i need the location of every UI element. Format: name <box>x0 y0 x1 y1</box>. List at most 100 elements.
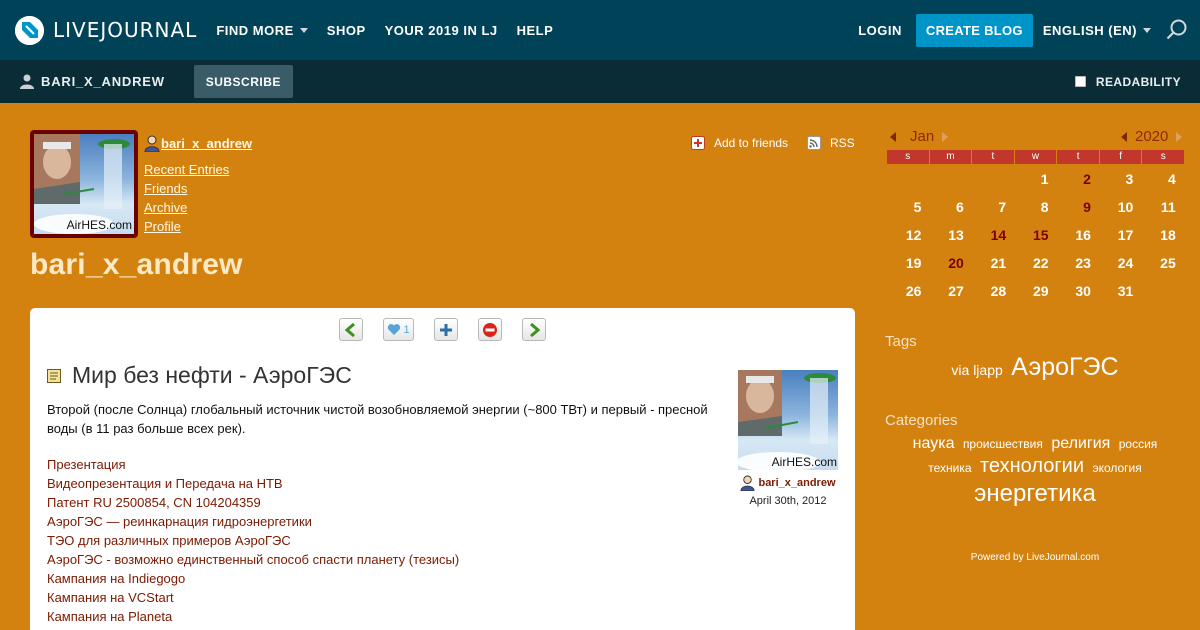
category-link[interactable]: религия <box>1051 434 1110 454</box>
link-friends[interactable]: Friends <box>144 181 252 197</box>
journal-title[interactable]: bari_x_andrew <box>30 248 243 282</box>
language-label: ENGLISH (EN) <box>1042 22 1137 38</box>
calendar-day[interactable]: 14 <box>972 221 1014 249</box>
calendar-year[interactable]: 2020 <box>1135 128 1168 145</box>
like-count: 1 <box>403 323 410 336</box>
journal-username: BARI_X_ANDREW <box>41 74 165 89</box>
previous-year-icon[interactable] <box>1121 131 1127 142</box>
link-archive[interactable]: Archive <box>144 200 252 216</box>
entry-link[interactable]: Кампания на Planeta <box>47 607 459 626</box>
weekday-label: t <box>1057 150 1099 164</box>
top-navigation: LIVEJOURNAL FIND MORE SHOP YOUR 2019 IN … <box>0 0 1200 60</box>
entry-author-link[interactable]: bari_x_andrew <box>738 475 838 491</box>
nav-shop[interactable]: SHOP <box>327 23 366 38</box>
calendar-week: 5 6 7 8 9 10 11 <box>887 193 1184 221</box>
calendar-empty-cell <box>972 165 1014 193</box>
subscribe-button[interactable]: SUBSCRIBE <box>193 65 293 98</box>
category-link[interactable]: энергетика <box>974 479 1096 509</box>
category-link[interactable]: техника <box>928 461 971 476</box>
entry-icon <box>47 368 61 383</box>
calendar-day[interactable]: 20 <box>929 249 971 277</box>
readability-checkbox[interactable] <box>1074 76 1086 87</box>
entry-link[interactable]: Кампания на Indiegogo <box>47 569 459 588</box>
entry-author-userpic[interactable]: AirHES.com <box>738 370 838 470</box>
arrow-right-icon <box>530 322 541 337</box>
profile-username-link[interactable]: bari_x_andrew <box>144 135 252 152</box>
nav-find-more[interactable]: FIND MORE <box>216 23 308 38</box>
calendar-day: 5 <box>913 199 922 215</box>
calendar-day: 3 <box>1125 171 1134 187</box>
calendar-day: 23 <box>1075 255 1091 271</box>
calendar-month[interactable]: Jan <box>910 128 934 145</box>
entry-link[interactable]: Видеопрезентация и Передача на НТВ <box>47 474 459 493</box>
tag-link[interactable]: via ljapp <box>951 362 1002 380</box>
stop-icon <box>483 322 497 337</box>
category-link[interactable]: технологии <box>980 454 1084 479</box>
entry-link[interactable]: Кампания на VCStart <box>47 588 459 607</box>
weekday-label: f <box>1099 150 1142 164</box>
tags-title: Tags <box>885 333 917 350</box>
rss-label: RSS <box>830 136 855 150</box>
categories-title: Categories <box>885 412 958 429</box>
entry-title[interactable]: Мир без нефти - АэроГЭС <box>47 362 352 389</box>
previous-entry-button[interactable] <box>339 318 363 341</box>
calendar-year-nav: 2020 <box>1121 128 1183 145</box>
add-to-friends-link[interactable]: Add to friends <box>691 136 788 150</box>
journal-user-link[interactable]: BARI_X_ANDREW <box>20 74 165 89</box>
category-link[interactable]: экология <box>1092 461 1141 476</box>
calendar-day: 22 <box>1032 255 1049 271</box>
link-recent-entries[interactable]: Recent Entries <box>144 162 252 178</box>
link-profile[interactable]: Profile <box>144 219 252 235</box>
language-selector[interactable]: ENGLISH (EN) <box>1043 23 1151 38</box>
nav-your-2019[interactable]: YOUR 2019 IN LJ <box>385 23 498 38</box>
weekday-label: w <box>1014 150 1057 164</box>
entry-link[interactable]: АэроГЭС - возможно единственный способ с… <box>47 550 459 569</box>
calendar-day[interactable]: 2 <box>1057 165 1099 193</box>
calendar-day: 12 <box>905 227 922 243</box>
nav-help[interactable]: HELP <box>517 23 554 38</box>
powered-by-link[interactable]: Powered by LiveJournal.com <box>885 552 1185 563</box>
calendar-day: 30 <box>1075 283 1091 299</box>
entry-link[interactable]: АэроГЭС — реинкарнация гидроэнергетики <box>47 512 459 531</box>
like-button[interactable]: 1 <box>383 318 414 341</box>
search-icon[interactable] <box>1166 19 1188 41</box>
category-link[interactable]: наука <box>913 434 955 454</box>
calendar-day: 7 <box>998 199 1007 215</box>
flag-button[interactable] <box>478 318 502 341</box>
tag-link[interactable]: АэроГЭС <box>1011 352 1118 383</box>
arrow-left-icon <box>344 322 355 337</box>
next-year-icon[interactable] <box>1176 131 1183 142</box>
calendar-day: 26 <box>905 283 922 299</box>
next-entry-button[interactable] <box>522 318 546 341</box>
calendar-day[interactable]: 15 <box>1014 221 1056 249</box>
login-link[interactable]: LOGIN <box>858 23 902 38</box>
calendar-empty-cell <box>887 165 929 193</box>
profile-username: bari_x_andrew <box>161 136 253 151</box>
create-blog-button[interactable]: CREATE BLOG <box>915 13 1033 47</box>
weekday-label: s <box>1142 150 1185 164</box>
weekday-label: m <box>929 150 972 164</box>
journal-bar: BARI_X_ANDREW SUBSCRIBE READABILITY <box>0 60 1200 103</box>
previous-month-icon[interactable] <box>890 131 896 142</box>
entry-link[interactable]: ТЭО для различных примеров АэроГЭС <box>47 531 459 550</box>
chevron-down-icon <box>1143 28 1151 33</box>
entry-link[interactable]: Патент RU 2500854, CN 104204359 <box>47 493 459 512</box>
readability-toggle[interactable]: READABILITY <box>1074 60 1181 103</box>
add-to-friends-label: Add to friends <box>714 136 789 150</box>
category-link[interactable]: россия <box>1119 437 1158 452</box>
rss-link[interactable]: RSS <box>807 136 855 150</box>
calendar-day: 1 <box>1040 171 1049 187</box>
category-link[interactable]: происшествия <box>963 437 1043 452</box>
journal-userpic[interactable]: AirHES.com <box>30 130 138 238</box>
userpic-image: AirHES.com <box>34 134 134 234</box>
add-memory-button[interactable] <box>434 318 458 341</box>
logo-text: LIVEJOURNAL <box>53 18 198 42</box>
pencil-logo-icon <box>15 15 44 45</box>
rss-icon <box>807 136 821 150</box>
calendar-day[interactable]: 9 <box>1057 193 1099 221</box>
livejournal-logo[interactable]: LIVEJOURNAL <box>15 15 198 45</box>
userpic-caption: AirHES.com <box>66 218 132 232</box>
entry-link[interactable]: Презентация <box>47 455 459 474</box>
next-month-icon[interactable] <box>942 131 949 142</box>
calendar-week: 26 27 28 29 30 31 <box>887 277 1184 305</box>
